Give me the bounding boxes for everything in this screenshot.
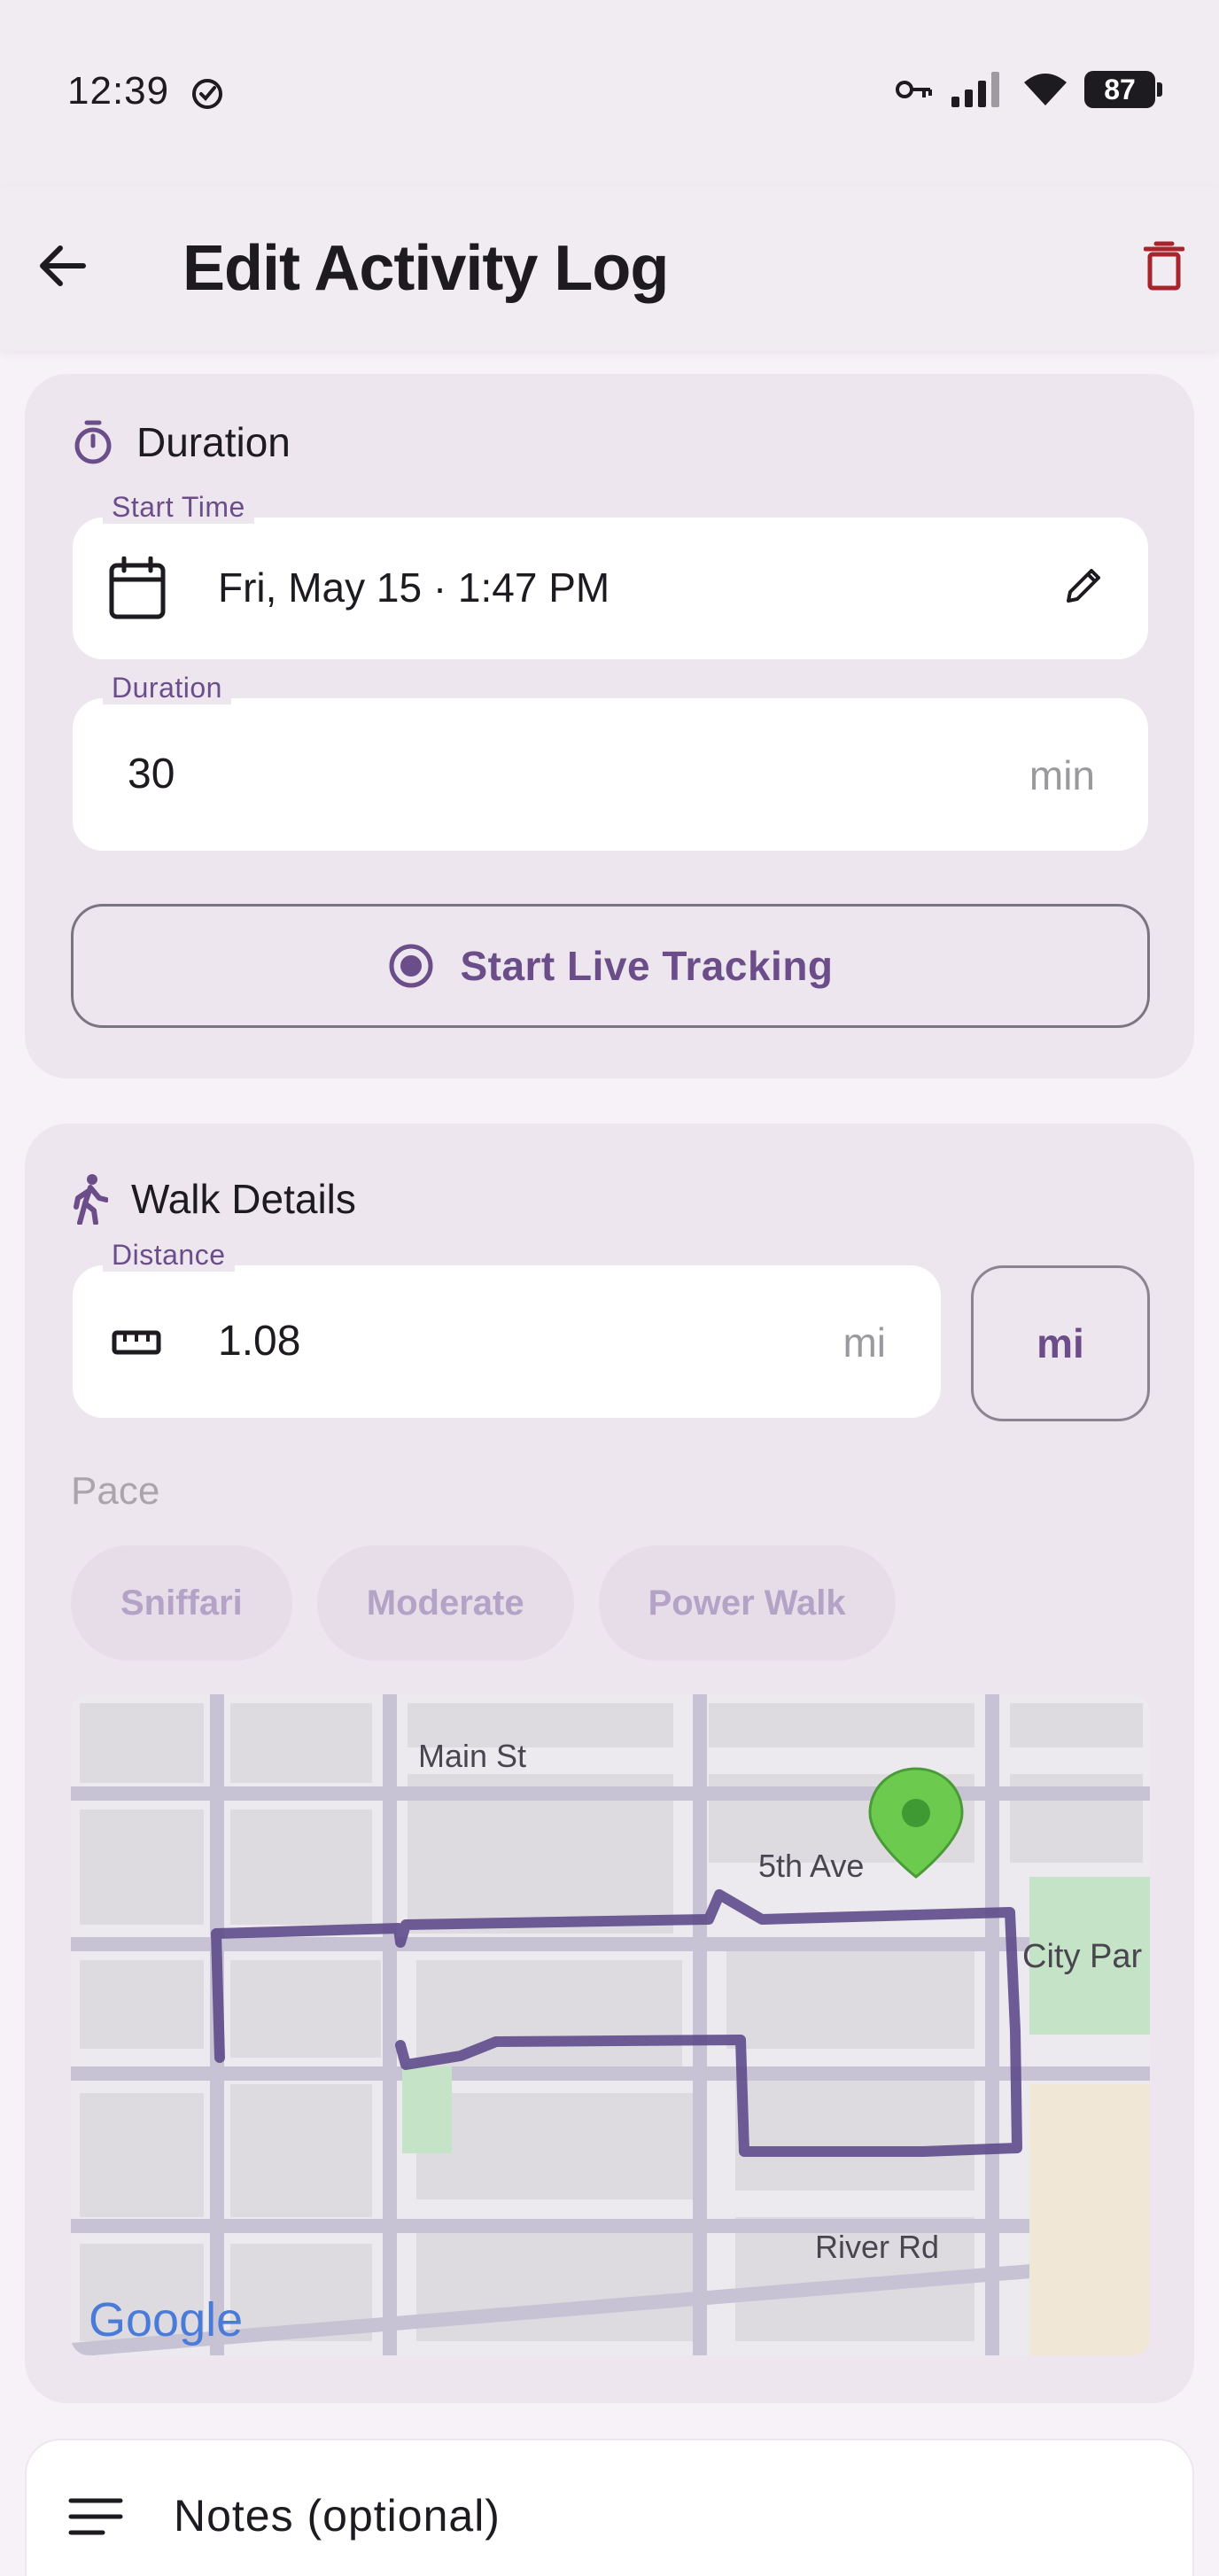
distance-suffix: mi — [842, 1319, 886, 1366]
start-time-value: Fri, May 15 · 1:47 PM — [218, 564, 610, 611]
vpn-key-icon — [896, 81, 932, 98]
pace-label: Pace — [71, 1469, 160, 1513]
duration-suffix: min — [1029, 752, 1095, 798]
map-label-river-rd: River Rd — [815, 2229, 939, 2265]
duration-label: Duration — [103, 672, 231, 704]
timer-icon — [74, 420, 112, 464]
battery-icon: 87 — [1084, 71, 1162, 108]
pace-chip-power-walk[interactable]: Power Walk — [598, 1545, 896, 1661]
pencil-icon[interactable] — [1063, 565, 1104, 606]
trash-icon — [1144, 241, 1184, 291]
status-bar: 12:39 87 — [0, 0, 1219, 186]
distance-value: 1.08 — [218, 1318, 301, 1365]
notes-field[interactable]: Notes (optional) — [25, 2439, 1194, 2576]
distance-field[interactable]: Distance 1.08 mi — [73, 1239, 941, 1418]
duration-title: Duration — [136, 419, 291, 465]
check-circle-icon — [192, 79, 222, 109]
start-live-tracking-button[interactable]: Start Live Tracking — [71, 904, 1150, 1028]
wifi-icon — [1024, 74, 1067, 105]
unit-toggle-button[interactable]: mi — [971, 1265, 1150, 1421]
duration-card: Duration Start Time Fri, May 15 · 1:47 P… — [25, 374, 1194, 1078]
pace-chip-moderate[interactable]: Moderate — [316, 1545, 574, 1661]
calendar-icon — [109, 556, 166, 619]
start-time-label: Start Time — [103, 491, 254, 524]
map-label-main-st: Main St — [418, 1738, 526, 1774]
app-bar: Edit Activity Log — [0, 186, 1219, 350]
duration-value: 30 — [128, 751, 175, 798]
walk-details-card: Walk Details Distance 1.08 mi mi Pace Sn… — [25, 1124, 1194, 2403]
pace-chip-sniffari[interactable]: Sniffari — [71, 1545, 292, 1661]
delete-button[interactable] — [1129, 230, 1200, 301]
status-time: 12:39 — [67, 69, 170, 113]
walk-details-title: Walk Details — [131, 1176, 356, 1222]
status-icons: 87 — [895, 71, 1162, 108]
start-live-tracking-label: Start Live Tracking — [460, 943, 834, 989]
map-label-park: City Par — [1022, 1938, 1142, 1975]
duration-header: Duration — [73, 418, 291, 466]
map-land — [1029, 2084, 1150, 2355]
back-button[interactable] — [27, 230, 97, 301]
google-logo: Google — [89, 2293, 243, 2346]
radio-record-icon — [389, 944, 433, 988]
page-title: Edit Activity Log — [182, 233, 669, 304]
notes-label: Notes (optional) — [174, 2491, 501, 2541]
ruler-icon — [112, 1330, 161, 1355]
map-label-5th-ave: 5th Ave — [758, 1848, 864, 1884]
walking-person-icon — [74, 1174, 108, 1225]
walk-details-header: Walk Details — [73, 1173, 356, 1225]
duration-field[interactable]: Duration 30 min — [73, 672, 1148, 851]
signal-icon — [951, 72, 999, 107]
arrow-back-icon — [40, 245, 86, 286]
route-map[interactable]: Main St 5th Ave River Rd City Par Google — [71, 1694, 1150, 2355]
start-time-field[interactable]: Start Time Fri, May 15 · 1:47 PM — [73, 491, 1148, 659]
map-green-lot — [402, 2066, 452, 2153]
pace-chips: Sniffari Moderate Power Walk — [71, 1545, 896, 1661]
notes-lines-icon — [68, 2498, 123, 2535]
distance-label: Distance — [103, 1239, 235, 1272]
